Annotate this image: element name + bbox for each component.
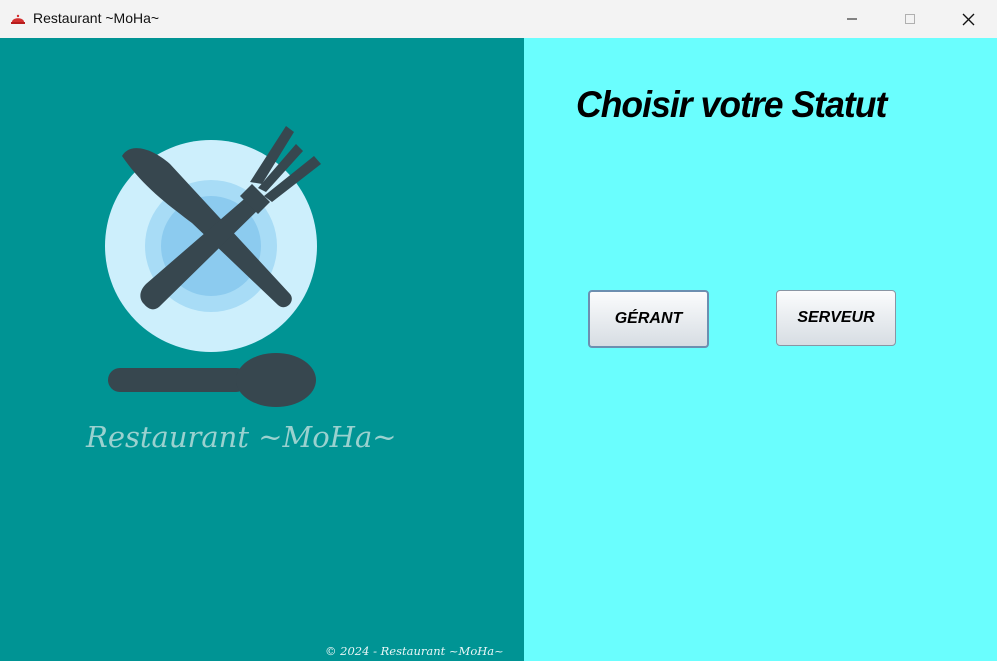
minimize-icon xyxy=(847,18,857,20)
left-panel: Restaurant ~MoHa~ © 2024 - Restaurant ~M… xyxy=(0,38,524,661)
server-button[interactable]: SERVEUR xyxy=(776,290,896,346)
close-button[interactable] xyxy=(939,0,997,38)
page-title: Choisir votre Statut xyxy=(576,84,887,125)
right-panel: Choisir votre Statut GÉRANT SERVEUR xyxy=(524,38,997,661)
maximize-icon xyxy=(905,14,915,24)
brand-name: Restaurant ~MoHa~ xyxy=(86,420,397,454)
close-icon xyxy=(962,13,974,25)
restaurant-app-icon xyxy=(11,14,25,24)
app-window: Restaurant ~MoHa~ Restaurant ~MoHa~ © 20… xyxy=(0,0,997,661)
copyright-text: © 2024 - Restaurant ~MoHa~ xyxy=(325,644,504,658)
window-title: Restaurant ~MoHa~ xyxy=(33,10,160,26)
manager-button[interactable]: GÉRANT xyxy=(588,290,709,348)
minimize-button[interactable] xyxy=(823,0,881,38)
plate-cutlery-icon xyxy=(105,126,321,407)
title-bar: Restaurant ~MoHa~ xyxy=(0,0,997,38)
maximize-button[interactable] xyxy=(881,0,939,38)
